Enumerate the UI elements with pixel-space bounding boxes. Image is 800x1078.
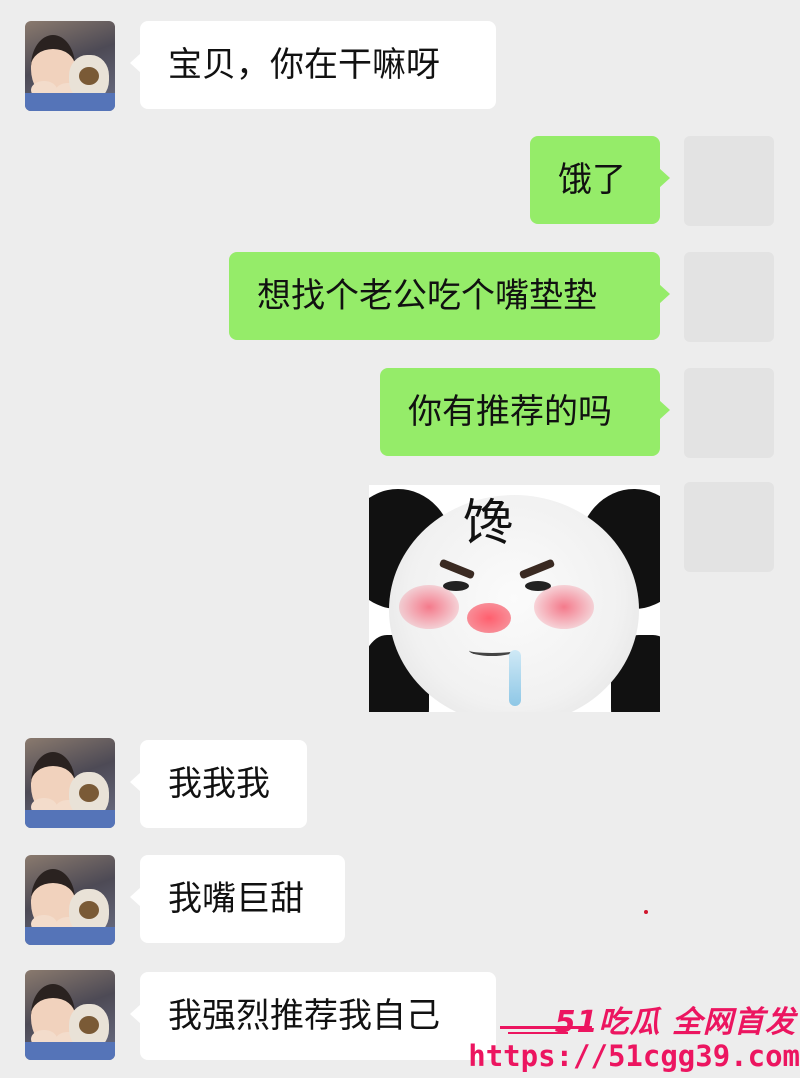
contact-avatar[interactable] [25,970,115,1060]
message-bubble[interactable]: 我强烈推荐我自己 [130,972,496,1060]
message-bubble[interactable]: 宝贝，你在干嘛呀 [130,21,496,109]
message-text: 宝贝，你在干嘛呀 [168,45,440,85]
message-text: 我嘴巨甜 [168,879,304,919]
message-bubble[interactable]: 饿了 [530,136,670,224]
self-avatar[interactable] [684,136,774,226]
message-text: 饿了 [558,160,626,200]
message-bubble[interactable]: 你有推荐的吗 [380,368,670,456]
contact-avatar[interactable] [25,738,115,828]
self-avatar[interactable] [684,482,774,572]
watermark-url: https://51cgg39.com [468,1039,800,1073]
panda-meme-sticker[interactable]: 馋 [369,485,660,712]
self-avatar[interactable] [684,252,774,342]
sticker-caption: 馋 [463,494,513,552]
drool-icon [509,650,521,706]
contact-avatar[interactable] [25,855,115,945]
stray-dot [644,910,648,914]
message-bubble[interactable]: 想找个老公吃个嘴垫垫 [229,252,670,340]
message-bubble[interactable]: 我我我 [130,740,307,828]
message-text: 想找个老公吃个嘴垫垫 [257,276,597,316]
message-text: 我我我 [168,764,270,804]
message-text: 我强烈推荐我自己 [168,996,440,1036]
watermark-brand: 51吃瓜 全网首发 [554,1005,796,1040]
watermark: 51吃瓜 全网首发 https://51cgg39.com [468,995,800,1078]
message-bubble[interactable]: 我嘴巨甜 [130,855,345,943]
self-avatar[interactable] [684,368,774,458]
message-text: 你有推荐的吗 [408,392,612,432]
contact-avatar[interactable] [25,21,115,111]
